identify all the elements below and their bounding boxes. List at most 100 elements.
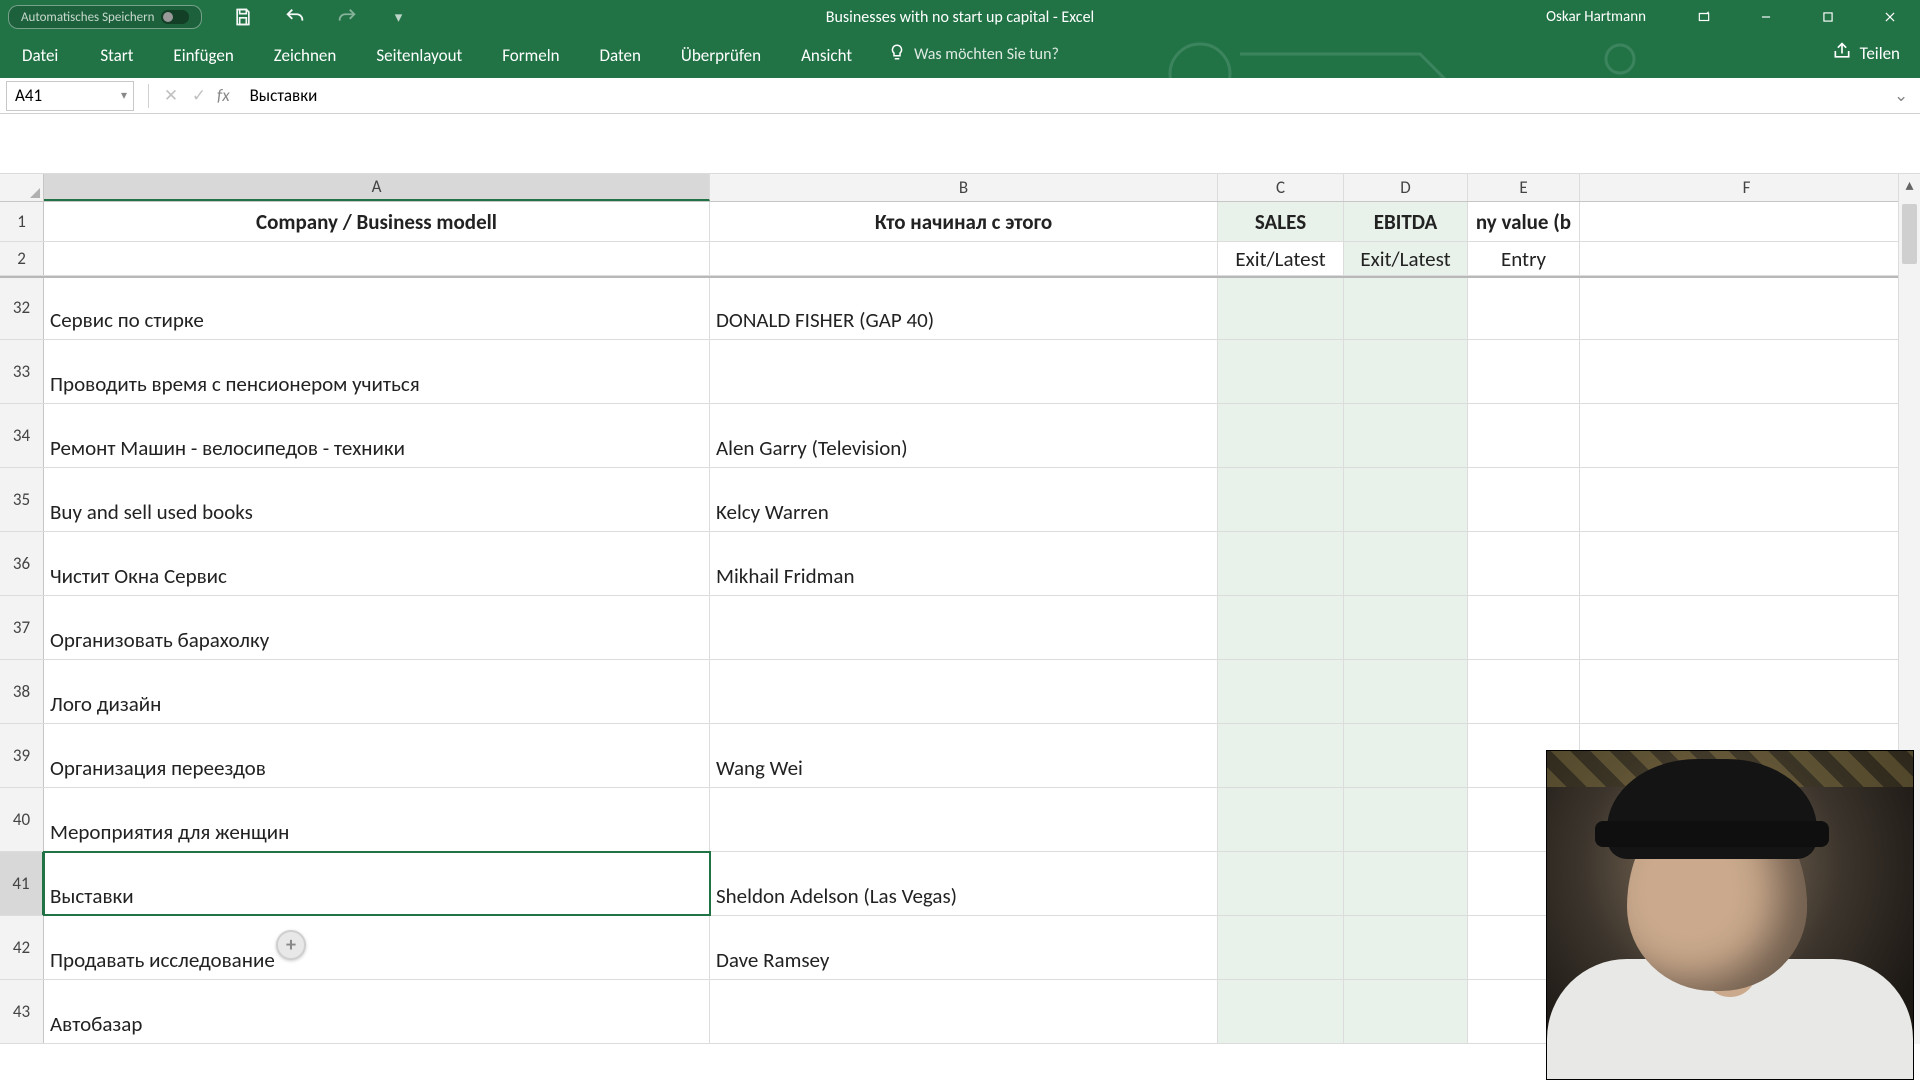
tab-formulas[interactable]: Formeln [482,35,579,78]
scroll-up-icon[interactable]: ▴ [1899,174,1920,196]
scroll-thumb[interactable] [1902,204,1917,264]
cell-B43[interactable] [710,980,1218,1043]
cell-C40[interactable] [1218,788,1344,851]
cell-E38[interactable] [1468,660,1580,723]
cell-A34[interactable]: Ремонт Машин - велосипедов - техники [44,404,710,467]
cell-A35[interactable]: Buy and sell used books [44,468,710,531]
row-header-33[interactable]: 33 [0,340,44,403]
cancel-icon[interactable]: ✕ [157,85,185,106]
cell-D39[interactable] [1344,724,1468,787]
row-header-38[interactable]: 38 [0,660,44,723]
enter-icon[interactable]: ✓ [185,85,213,106]
cell-A39[interactable]: Организация переездов [44,724,710,787]
save-icon[interactable] [232,6,254,28]
cell-D34[interactable] [1344,404,1468,467]
cell-D41[interactable] [1344,852,1468,915]
minimize-icon[interactable] [1744,0,1788,34]
user-name[interactable]: Oskar Hartmann [1528,8,1664,26]
cell-A42[interactable]: Продавать исследование [44,916,710,979]
cell-D2[interactable]: Exit/Latest [1344,242,1468,275]
cell-D35[interactable] [1344,468,1468,531]
qat-customize-icon[interactable]: ▾ [388,6,410,28]
undo-icon[interactable] [284,6,306,28]
row-header-1[interactable]: 1 [0,202,44,241]
cell-B40[interactable] [710,788,1218,851]
cell-F36[interactable] [1580,532,1914,595]
cell-E37[interactable] [1468,596,1580,659]
row-header-2[interactable]: 2 [0,242,44,275]
col-header-F[interactable]: F [1580,174,1914,201]
cell-F1[interactable] [1580,202,1914,241]
cell-C34[interactable] [1218,404,1344,467]
cell-F35[interactable] [1580,468,1914,531]
col-header-C[interactable]: C [1218,174,1344,201]
cell-E32[interactable] [1468,276,1580,339]
cell-F2[interactable] [1580,242,1914,275]
row-header-37[interactable]: 37 [0,596,44,659]
cell-D32[interactable] [1344,276,1468,339]
cell-F33[interactable] [1580,340,1914,403]
cell-E34[interactable] [1468,404,1580,467]
cell-A32[interactable]: Сервис по стирке [44,276,710,339]
cell-E1[interactable]: ny value (b [1468,202,1580,241]
cell-A36[interactable]: Чистит Окна Сервис [44,532,710,595]
name-box[interactable]: A41 [6,81,134,111]
tab-file[interactable]: Datei [0,35,80,78]
cell-D42[interactable] [1344,916,1468,979]
cell-C35[interactable] [1218,468,1344,531]
cell-C2[interactable]: Exit/Latest [1218,242,1344,275]
cell-B33[interactable] [710,340,1218,403]
quick-analysis-button[interactable]: + [276,930,306,960]
cell-B36[interactable]: Mikhail Fridman [710,532,1218,595]
cell-B39[interactable]: Wang Wei [710,724,1218,787]
cell-B41[interactable]: Sheldon Adelson (Las Vegas) [710,852,1218,915]
cell-C37[interactable] [1218,596,1344,659]
cell-C36[interactable] [1218,532,1344,595]
row-header-41[interactable]: 41 [0,852,44,915]
select-all-corner[interactable] [0,174,44,201]
cell-C32[interactable] [1218,276,1344,339]
ribbon-display-icon[interactable] [1682,0,1726,34]
cell-B35[interactable]: Kelcy Warren [710,468,1218,531]
cell-B37[interactable] [710,596,1218,659]
tab-data[interactable]: Daten [580,35,661,78]
redo-icon[interactable] [336,6,358,28]
row-header-42[interactable]: 42 [0,916,44,979]
cell-B2[interactable] [710,242,1218,275]
cell-C42[interactable] [1218,916,1344,979]
cell-E33[interactable] [1468,340,1580,403]
row-header-32[interactable]: 32 [0,276,44,339]
col-header-A[interactable]: A [44,174,710,201]
cell-B34[interactable]: Alen Garry (Television) [710,404,1218,467]
cell-F38[interactable] [1580,660,1914,723]
tab-start[interactable]: Start [80,35,153,78]
cell-C1[interactable]: SALES [1218,202,1344,241]
row-header-34[interactable]: 34 [0,404,44,467]
cell-A40[interactable]: Мероприятия для женщин [44,788,710,851]
cell-A38[interactable]: Лого дизайн [44,660,710,723]
cell-A37[interactable]: Организовать барахолку [44,596,710,659]
cell-D43[interactable] [1344,980,1468,1043]
cell-A43[interactable]: Автобазар [44,980,710,1043]
cell-A33[interactable]: Проводить время с пенсионером учиться [44,340,710,403]
cell-C41[interactable] [1218,852,1344,915]
autosave-toggle[interactable]: Automatisches Speichern [8,5,202,29]
cell-D33[interactable] [1344,340,1468,403]
cell-D1[interactable]: EBITDA [1344,202,1468,241]
cell-E36[interactable] [1468,532,1580,595]
col-header-B[interactable]: B [710,174,1218,201]
cell-B38[interactable] [710,660,1218,723]
cell-E35[interactable] [1468,468,1580,531]
cell-C43[interactable] [1218,980,1344,1043]
cell-A1[interactable]: Company / Business modell [44,202,710,241]
tab-insert[interactable]: Einfügen [153,35,253,78]
col-header-E[interactable]: E [1468,174,1580,201]
tab-view[interactable]: Ansicht [781,35,872,78]
row-header-35[interactable]: 35 [0,468,44,531]
tab-pagelayout[interactable]: Seitenlayout [356,35,482,78]
cell-F37[interactable] [1580,596,1914,659]
cell-C33[interactable] [1218,340,1344,403]
formula-input[interactable]: Выставки [240,85,1894,106]
cell-D36[interactable] [1344,532,1468,595]
close-icon[interactable] [1868,0,1912,34]
